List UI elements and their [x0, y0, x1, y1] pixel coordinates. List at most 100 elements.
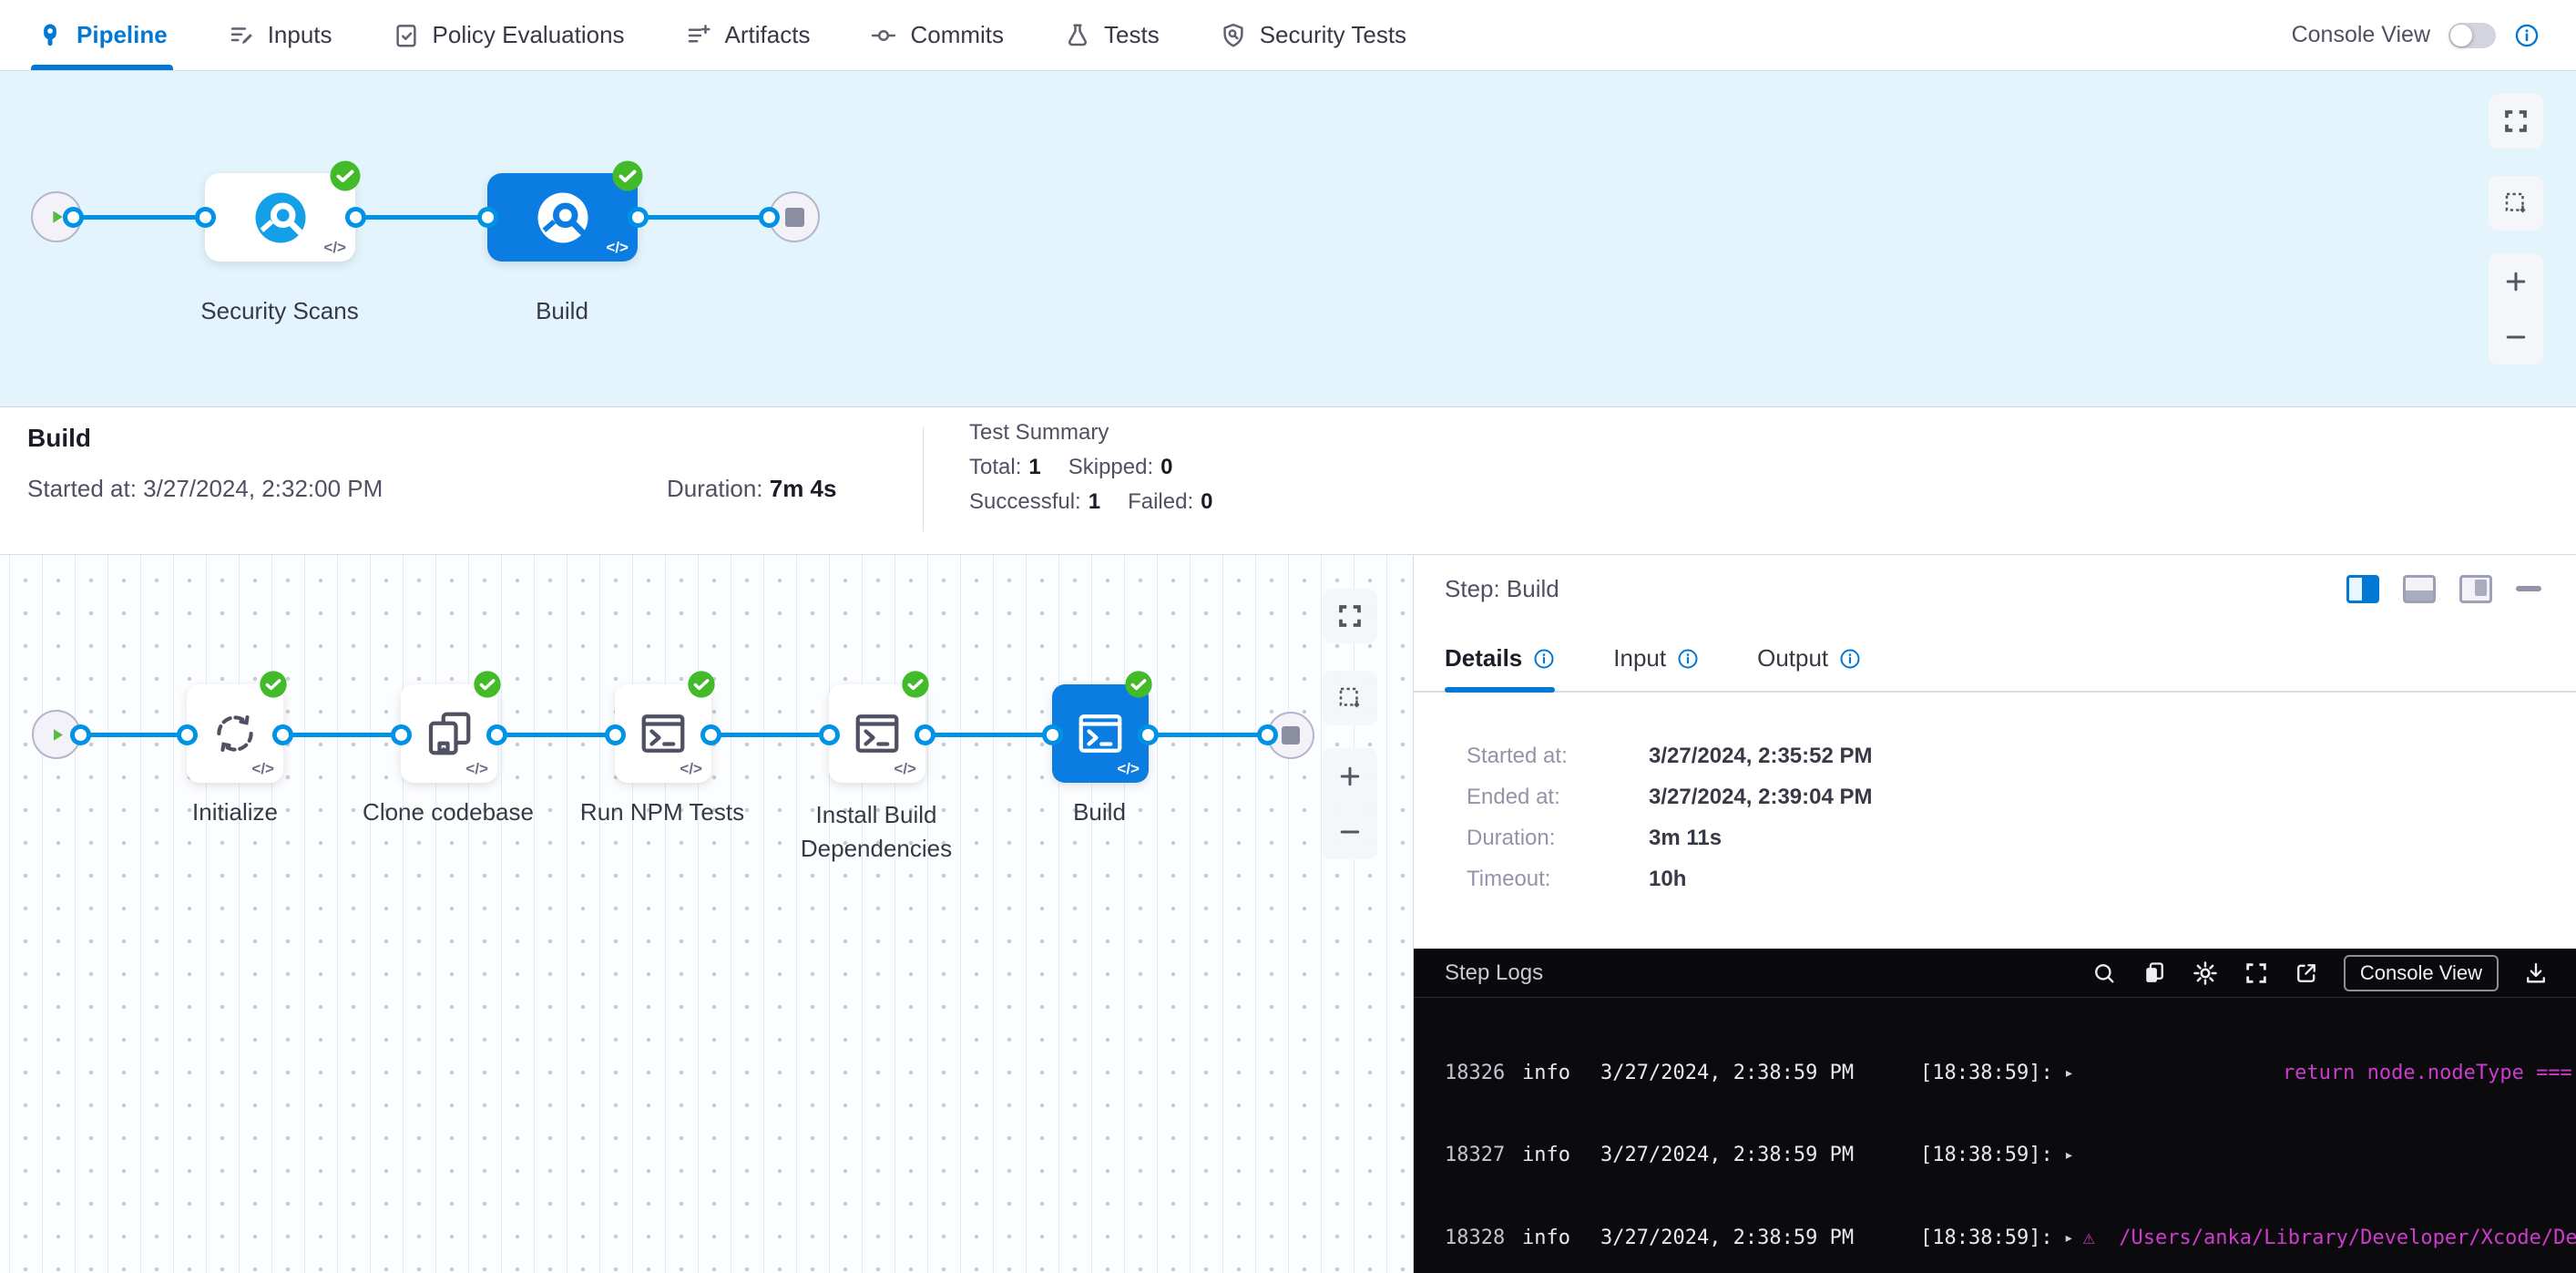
failed-value: 0 — [1201, 489, 1212, 515]
step-node-run-npm-tests[interactable]: </> — [615, 684, 711, 783]
zoom-out-button[interactable] — [2489, 309, 2543, 364]
zoom-in-button[interactable] — [1323, 748, 1377, 804]
step-node-clone-codebase[interactable]: </> — [401, 684, 497, 783]
stage-label[interactable]: Security Scans — [200, 297, 358, 325]
fullscreen-icon[interactable] — [2244, 960, 2269, 986]
search-icon[interactable] — [2091, 960, 2117, 986]
stage-started-at: Started at: 3/27/2024, 2:32:00 PM — [27, 475, 383, 503]
info-icon[interactable] — [2514, 23, 2540, 48]
right-layout-icon[interactable] — [2459, 575, 2492, 603]
skipped-label: Skipped: — [1068, 455, 1153, 480]
tab-details[interactable]: Details — [1445, 644, 1555, 691]
info-icon[interactable] — [1533, 648, 1555, 670]
step-node-initialize[interactable]: </> — [187, 684, 283, 783]
detail-value: 10h — [1649, 867, 1686, 892]
tab-label: Tests — [1104, 21, 1160, 49]
download-icon[interactable] — [2523, 960, 2549, 986]
detail-value: 3/27/2024, 2:35:52 PM — [1649, 744, 1873, 769]
console-view-button[interactable]: Console View — [2344, 955, 2499, 991]
info-icon[interactable] — [1677, 648, 1699, 670]
tab-policy-evaluations[interactable]: Policy Evaluations — [393, 0, 625, 70]
tab-artifacts[interactable]: Artifacts — [685, 0, 811, 70]
tab-label: Commits — [910, 21, 1004, 49]
bottom-layout-icon[interactable] — [2403, 575, 2436, 603]
log-line-number: 18327 — [1445, 1144, 1505, 1166]
console-view-toggle[interactable] — [2448, 23, 2496, 48]
duration-label: Duration: — [667, 475, 770, 502]
code-badge: </> — [465, 760, 488, 778]
stage-edge — [56, 215, 797, 220]
stage-title: Build — [27, 424, 91, 453]
inputs-icon — [228, 22, 255, 49]
step-panel-tabs: Details Input Output — [1414, 644, 2576, 693]
detail-row: Duration: 3m 11s — [1467, 817, 2549, 858]
marquee-select-button[interactable] — [1323, 671, 1377, 725]
tab-input[interactable]: Input — [1613, 644, 1699, 691]
tab-security-tests[interactable]: Security Tests — [1220, 0, 1406, 70]
sync-icon — [209, 707, 261, 760]
stage-node-build[interactable]: </> — [487, 173, 638, 262]
step-node-build[interactable]: </> — [1052, 684, 1149, 783]
success-check-badge — [329, 159, 362, 192]
marquee-select-button[interactable] — [2489, 176, 2543, 231]
step-graph-canvas[interactable]: </> </> </> </> — [0, 554, 1413, 1273]
success-check-badge — [611, 159, 644, 192]
test-summary: Test Summary Total:1 Skipped:0 Successfu… — [969, 420, 1232, 515]
expand-arrow-icon[interactable]: ▸ — [2064, 1145, 2080, 1165]
log-timestamp: 3/27/2024, 2:38:59 PM — [1600, 1062, 1854, 1084]
pipeline-icon — [36, 22, 64, 49]
stage-graph-canvas[interactable]: </> </> Security Scans Build — [0, 71, 2576, 406]
step-label[interactable]: Build — [1073, 798, 1126, 826]
flask-icon — [1064, 22, 1091, 49]
terminal-icon — [850, 706, 905, 761]
commit-icon — [870, 22, 897, 49]
tab-pipeline[interactable]: Pipeline — [36, 0, 168, 70]
zoom-in-button[interactable] — [2489, 253, 2543, 309]
step-label[interactable]: Run NPM Tests — [580, 798, 744, 826]
split-view-icon[interactable] — [2346, 575, 2379, 603]
log-output[interactable]: 18326info3/27/2024, 2:38:59 PM[18:38:59]… — [1414, 998, 2576, 1273]
toggle-knob — [2450, 25, 2472, 46]
tab-inputs[interactable]: Inputs — [228, 0, 332, 70]
log-line: 18327info3/27/2024, 2:38:59 PM[18:38:59]… — [1414, 1137, 2576, 1175]
minimize-panel-icon[interactable] — [2516, 586, 2541, 591]
log-line-number: 18328 — [1445, 1227, 1505, 1249]
log-timestamp: 3/27/2024, 2:38:59 PM — [1600, 1144, 1854, 1166]
detail-label: Timeout: — [1467, 867, 1649, 892]
step-label[interactable]: Install Build Dependencies — [753, 798, 999, 866]
expand-canvas-button[interactable] — [1323, 589, 1377, 643]
step-details-list: Started at: 3/27/2024, 2:35:52 PM Ended … — [1467, 735, 2549, 899]
zoom-controls — [1323, 748, 1377, 859]
step-panel-title: Step: Build — [1445, 575, 1559, 603]
log-prefix: [18:38:59]: — [1920, 1227, 2053, 1249]
settings-gear-icon[interactable] — [2192, 960, 2219, 987]
total-value: 1 — [1028, 455, 1040, 480]
tab-commits[interactable]: Commits — [870, 0, 1004, 70]
info-icon[interactable] — [1839, 648, 1861, 670]
step-label[interactable]: Clone codebase — [363, 798, 534, 826]
expand-arrow-icon[interactable]: ▸ — [2064, 1228, 2074, 1247]
console-view-label: Console View — [2292, 22, 2430, 48]
terminal-icon — [636, 706, 690, 761]
success-check-badge — [473, 670, 502, 699]
tab-tests[interactable]: Tests — [1064, 0, 1160, 70]
clone-icon — [422, 706, 476, 761]
edge-port — [1257, 724, 1278, 745]
tab-output[interactable]: Output — [1757, 644, 1861, 691]
step-label[interactable]: Initialize — [192, 798, 278, 826]
copy-icon[interactable] — [2142, 960, 2167, 986]
success-check-badge — [259, 670, 288, 699]
expand-arrow-icon[interactable]: ▸ — [2064, 1063, 2080, 1083]
divider — [923, 427, 924, 531]
zoom-out-button[interactable] — [1323, 804, 1377, 859]
step-node-install-build-dependencies[interactable]: </> — [829, 684, 925, 783]
open-external-icon[interactable] — [2294, 960, 2319, 986]
log-level: info — [1522, 1062, 1570, 1084]
log-level: info — [1522, 1144, 1570, 1166]
edge-port — [759, 207, 780, 228]
stage-node-security-scans[interactable]: </> — [205, 173, 355, 262]
stage-label[interactable]: Build — [536, 297, 588, 325]
edge-port — [272, 724, 293, 745]
expand-canvas-button[interactable] — [2489, 94, 2543, 149]
edge-port — [700, 724, 721, 745]
